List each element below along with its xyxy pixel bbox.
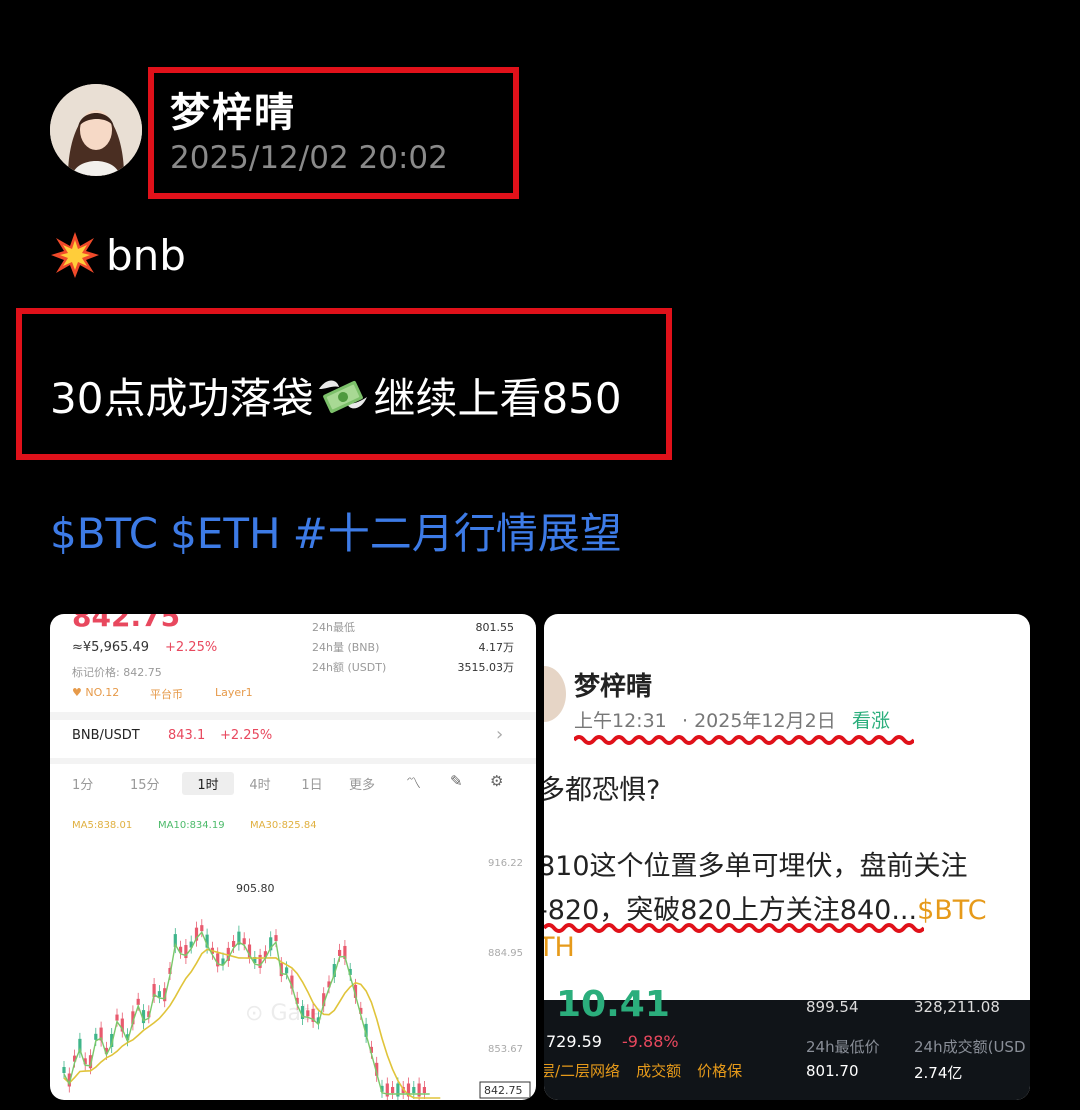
post-shot-body-3: TH (544, 932, 575, 963)
ma5-label: MA5:838.01 (72, 820, 133, 831)
gear-icon[interactable]: ⚙ (490, 772, 503, 790)
tab-15m[interactable]: 15分 (130, 774, 182, 795)
tag-december-outlook[interactable]: #十二月行情展望 (293, 509, 622, 558)
axis-label: 853.67 (488, 1044, 523, 1055)
chart-pair[interactable]: BNB/USDT (72, 728, 140, 743)
divider (50, 712, 536, 720)
interval-tabs: 1分 15分 1时 4时 1日 更多 (72, 772, 386, 795)
post-avatar-partial (544, 666, 566, 722)
ticker-sub: 729.59 (546, 1032, 602, 1051)
stat-label: 24h最低 (312, 621, 355, 634)
ticker-label: 成交额 (636, 1062, 682, 1080)
tag-btc[interactable]: $BTC (50, 509, 158, 558)
post-timestamp: 2025/12/02 20:02 (170, 140, 448, 176)
money-wings-icon (315, 371, 371, 421)
stat-label: 24h额 (USDT) (312, 661, 387, 674)
tab-1d[interactable]: 1日 (286, 774, 338, 795)
chart-rank: ♥ NO.12 (72, 686, 120, 699)
divider (50, 758, 536, 764)
chart-price-partial: 842.75 (72, 614, 181, 633)
ma10-label: MA10:834.19 (158, 820, 225, 831)
chart-change: +2.25% (165, 640, 218, 655)
chevron-right-icon[interactable]: › (496, 724, 503, 745)
tab-more[interactable]: 更多 (338, 774, 386, 795)
peak-label: 905.80 (236, 882, 275, 895)
explosion-icon (50, 230, 100, 280)
ticker-val-2: 328,211.08 (914, 998, 1000, 1016)
stat-value: 3515.03万 (457, 661, 515, 674)
chart-cny: ≈¥5,965.49 (72, 640, 150, 655)
chart-stats-values: 801.55 4.17万 3515.03万 (458, 618, 515, 678)
chart-pair-price: 843.1 (168, 728, 206, 743)
low-label: 24h最低价 (806, 1038, 880, 1056)
axis-label: 884.95 (488, 948, 523, 959)
ma30-label: MA30:825.84 (250, 820, 317, 831)
red-underline-1 (574, 735, 914, 745)
tag-eth[interactable]: $ETH (170, 509, 281, 558)
low-value: 801.70 (806, 1062, 859, 1080)
tab-1m[interactable]: 1分 (72, 774, 130, 795)
stat-value: 801.55 (475, 621, 515, 634)
chart-tag-2: Layer1 (215, 686, 253, 699)
post-shot-question: 多都恐惧? (544, 775, 661, 806)
red-underline-2 (544, 923, 924, 933)
tab-4h[interactable]: 4时 (234, 774, 286, 795)
post-line-1: bnb (50, 230, 186, 280)
chart-pair-change: +2.25% (220, 728, 273, 743)
avatar-image (50, 84, 142, 176)
ticker-panel: 10.41 729.59 -9.88% 层/二层网络 成交额 价格保 899.5… (544, 984, 1030, 1100)
stat-value: 4.17万 (478, 641, 515, 654)
post-line-2-prefix: 30点成功落袋 (50, 374, 314, 423)
chart-stats-labels: 24h最低 24h量 (BNB) 24h额 (USDT) (312, 618, 386, 678)
post-shot-date: · 2025年12月2日 (682, 710, 836, 732)
image-chart-screenshot[interactable]: 842.75 ≈¥5,965.49 +2.25% 标记价格: 842.75 ♥ … (50, 614, 536, 1100)
ticker-labels: 层/二层网络 成交额 价格保 (544, 1060, 742, 1081)
post-shot-author: 梦梓晴 (574, 672, 653, 702)
ticker-label: 价格保 (697, 1062, 743, 1080)
ticker-big: 10.41 (556, 984, 670, 1025)
author-name[interactable]: 梦梓晴 (170, 80, 296, 138)
stat-label: 24h量 (BNB) (312, 641, 380, 654)
author-avatar[interactable] (50, 84, 142, 176)
vol-value: 2.74亿 (914, 1064, 963, 1082)
draw-pen-icon[interactable]: ✎ (450, 772, 463, 790)
chart-tag-1: 平台币 (150, 688, 183, 701)
tab-1h[interactable]: 1时 (182, 772, 234, 795)
image-post-screenshot[interactable]: 梦梓晴 上午12:31 · 2025年12月2日 看涨 多都恐惧? 810这个位… (544, 614, 1030, 1100)
ticker-label: 层/二层网络 (544, 1062, 621, 1080)
post-shot-body-1: 810这个位置多单可埋伏，盘前关注 (544, 851, 968, 882)
post-line-2: 30点成功落袋 继续上看850 (50, 365, 622, 426)
vol-label: 24h成交额(USD (914, 1038, 1026, 1056)
candlestick-chart[interactable]: ⊙ Gate 905.80 916.22 884.95 853.67 842.7… (50, 840, 536, 1100)
post-shot-btc-tag: $BTC (917, 895, 987, 926)
indicator-icon[interactable]: 〽 (406, 772, 421, 793)
last-price: 842.75 (484, 1084, 523, 1097)
chart-mark-price: 标记价格: 842.75 (72, 666, 162, 679)
post-tags: $BTC $ETH #十二月行情展望 (50, 500, 634, 561)
post-shot-time: 上午12:31 (574, 710, 667, 732)
post-line-2-suffix: 继续上看850 (373, 374, 622, 423)
gate-watermark: ⊙ Gate (245, 1001, 323, 1026)
chart-rank-text: NO.12 (85, 686, 120, 699)
post-line-1-text: bnb (106, 230, 186, 280)
post-shot-sentiment: 看涨 (852, 710, 891, 732)
axis-label: 916.22 (488, 858, 523, 869)
ticker-val-1: 899.54 (806, 998, 859, 1016)
ticker-change: -9.88% (622, 1032, 679, 1051)
